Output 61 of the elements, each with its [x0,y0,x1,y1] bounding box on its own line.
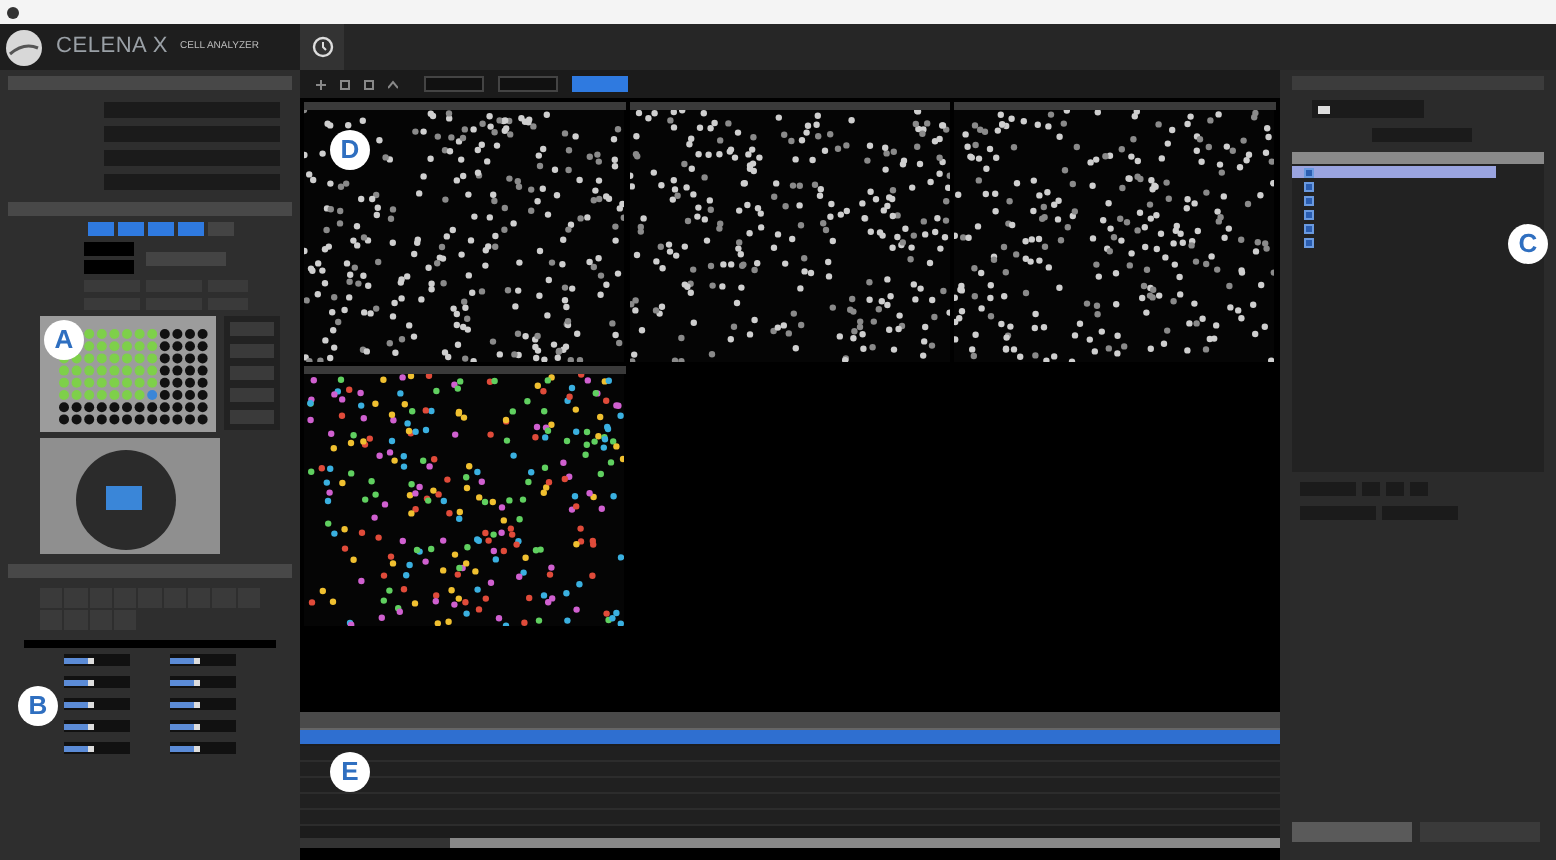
vessel-view-drawing[interactable] [40,438,220,554]
channel-toggle[interactable] [88,222,114,236]
slider-track[interactable] [64,720,130,732]
grid-icon[interactable] [364,79,374,89]
slider-fill[interactable] [170,723,200,729]
input-field[interactable] [84,260,134,274]
checkbox[interactable] [1304,181,1314,191]
channel-toggle[interactable] [178,222,204,236]
plate-button[interactable] [230,410,274,424]
slider-track[interactable] [170,654,236,666]
slider-track[interactable] [170,676,236,688]
table-row[interactable] [300,778,1280,794]
clock-icon [311,36,333,58]
toolbar-button[interactable] [498,76,558,92]
action-button[interactable] [1292,822,1412,842]
toolbar-button[interactable] [424,76,484,92]
slider-track[interactable] [170,720,236,732]
slider-fill[interactable] [64,657,94,663]
microscopy-image[interactable] [304,110,624,362]
slider-fill[interactable] [64,679,94,685]
slider-fill[interactable] [170,679,200,685]
slider-track[interactable] [170,742,236,754]
channel-toggle[interactable] [118,222,144,236]
checkbox[interactable] [1304,195,1314,205]
clock-button[interactable] [300,24,344,70]
slider-fill[interactable] [170,745,200,751]
open-analysis-button[interactable] [1312,100,1424,118]
scrollbar-thumb[interactable] [450,838,1280,848]
checkbox[interactable] [1304,209,1314,219]
plate-button[interactable] [230,388,274,402]
input-field[interactable] [84,242,134,256]
slider-track[interactable] [64,742,130,754]
slider-track[interactable] [64,654,130,666]
slider-fill[interactable] [170,701,200,707]
horizontal-scrollbar[interactable] [300,838,1280,848]
slider-fill[interactable] [64,723,94,729]
slider-fill[interactable] [64,701,94,707]
app-icon [6,5,20,19]
grid-icon[interactable] [340,79,350,89]
table-row[interactable] [300,762,1280,778]
slider-track[interactable] [64,698,130,710]
plate-button[interactable] [230,322,274,336]
plate-button[interactable] [230,344,274,358]
channel-toggle[interactable] [148,222,174,236]
checkbox[interactable] [1304,223,1314,233]
checkbox[interactable] [1304,167,1314,177]
slider-track[interactable] [64,676,130,688]
slider-fill[interactable] [64,745,94,751]
well-plate-drawing[interactable] [40,316,216,432]
logo-icon [4,27,44,67]
microscopy-image[interactable] [629,110,950,362]
checkbox[interactable] [1304,237,1314,247]
microscopy-image[interactable] [954,110,1275,362]
microscopy-image[interactable] [304,374,624,626]
folder-icon [1318,105,1330,113]
app-logo-text: CELENA X [56,32,169,63]
slider-track[interactable] [170,698,236,710]
toolbar-button[interactable] [572,76,628,92]
plus-icon[interactable] [316,79,326,89]
plate-button[interactable] [230,366,274,380]
slider-fill[interactable] [170,657,200,663]
